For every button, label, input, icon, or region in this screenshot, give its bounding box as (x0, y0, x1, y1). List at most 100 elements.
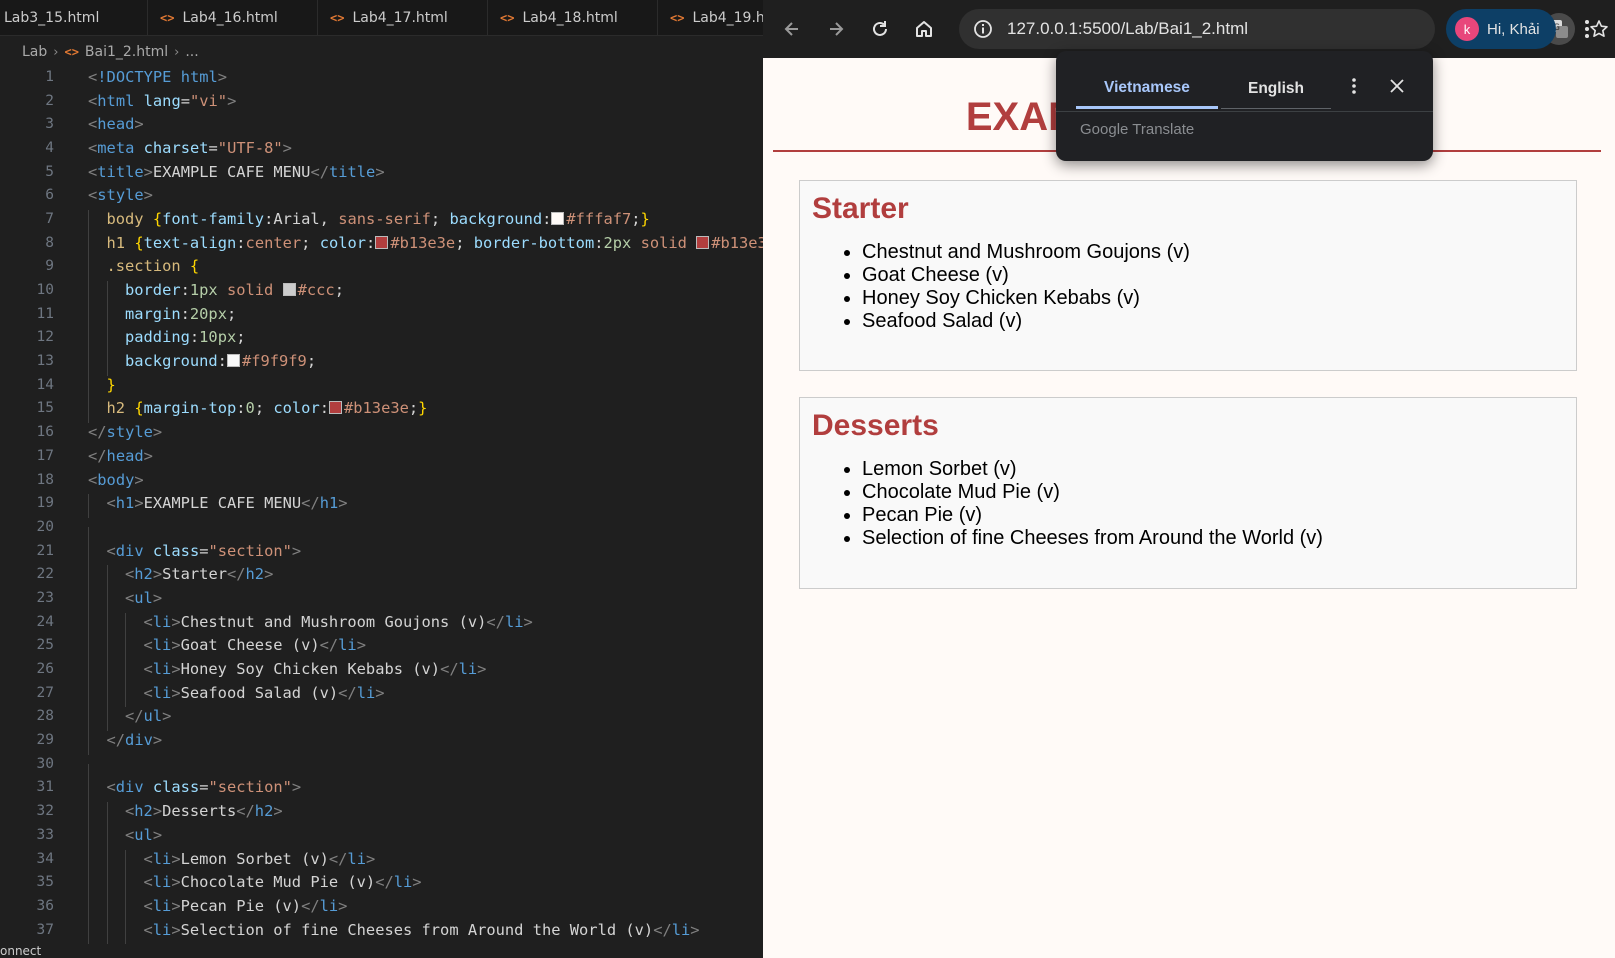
code-token: > (152, 588, 163, 607)
code-token: div (115, 541, 144, 560)
code-token: < (143, 896, 153, 915)
code-token: </ (106, 731, 126, 750)
breadcrumb-symbol[interactable]: ... (185, 44, 198, 60)
code-line-content: <h1>EXAMPLE CAFE MENU</h1> (54, 494, 348, 518)
code-token: > (134, 470, 144, 489)
editor-tab[interactable]: <> Lab4_19.h (658, 0, 763, 35)
code-token: < (88, 115, 98, 134)
code-token: </ (301, 494, 320, 513)
translate-options-button[interactable] (1342, 71, 1366, 101)
code-token: Seafood Salad (v) (180, 683, 339, 702)
code-token: title (97, 162, 144, 181)
color-swatch[interactable] (696, 235, 710, 249)
editor-tab-bar: Lab3_15.html <> Lab4_16.html <> Lab4_17.html… (0, 0, 763, 36)
translate-tab-source-language[interactable]: Vietnamese (1076, 69, 1218, 109)
line-number: 2 (45, 92, 54, 109)
code-token: EXAMPLE CAFE MENU (143, 494, 302, 513)
code-token: ul (143, 707, 163, 726)
code-token: border (125, 281, 181, 300)
code-token: li (504, 612, 524, 631)
editor-tab-label: Lab4_16.html (182, 10, 278, 26)
code-token: > (217, 67, 228, 86)
code-token: ul (134, 825, 153, 844)
code-line: 3 <head> (0, 112, 763, 136)
code-token: h2 (106, 399, 135, 418)
url-text[interactable]: 127.0.0.1:5500/Lab/Bai1_2.html (1007, 19, 1248, 39)
code-line: 27 <li>Seafood Salad (v)</li> (0, 681, 763, 708)
code-line: 37 <li>Selection of fine Cheeses from Aro… (0, 918, 763, 945)
code-token: } (418, 399, 428, 418)
breadcrumb-folder[interactable]: Lab (22, 44, 47, 60)
code-token: #f9f9f9 (241, 352, 307, 371)
line-number: 22 (36, 566, 54, 583)
editor-tab[interactable]: <> Lab4_17.html (318, 0, 488, 35)
code-token: li (152, 873, 172, 892)
code-line: 22 <h2>Starter</h2> (0, 562, 763, 589)
code-token: li (671, 920, 691, 939)
translate-close-button[interactable] (1383, 71, 1411, 101)
translate-tab-target-language[interactable]: English (1221, 69, 1331, 109)
code-token: head (106, 446, 144, 465)
code-token: < (106, 778, 116, 797)
code-token: > (143, 162, 153, 181)
browser-menu-button[interactable] (1573, 14, 1601, 44)
divider (1056, 111, 1433, 112)
line-number: 6 (45, 187, 54, 204)
line-number: 34 (36, 850, 54, 867)
color-swatch[interactable] (226, 354, 240, 368)
code-line: 10 border:1px solid #ccc; (0, 278, 763, 305)
avatar: k (1455, 17, 1479, 41)
line-number: 8 (45, 234, 54, 251)
color-swatch[interactable] (329, 401, 342, 415)
line-number: 13 (36, 353, 54, 370)
line-number: 15 (36, 400, 54, 417)
code-line: 21 <div class="section"> (0, 539, 763, 566)
code-token: style (106, 423, 153, 442)
profile-button[interactable]: k Hi, Khải (1446, 9, 1556, 49)
info-icon[interactable] (973, 19, 993, 39)
editor-tab[interactable]: Lab3_15.html (0, 0, 148, 35)
home-button[interactable] (909, 14, 939, 44)
line-number: 31 (36, 779, 54, 796)
code-line-content: <li>Goat Cheese (v)</li> (54, 636, 366, 661)
editor-tab[interactable]: <> Lab4_18.html (488, 0, 658, 35)
code-token: border-bottom (473, 233, 595, 252)
code-line-content: <li>Pecan Pie (v)</li> (54, 896, 347, 921)
code-token: center (245, 233, 302, 252)
kebab-menu-icon (1585, 20, 1589, 38)
forward-button[interactable] (821, 14, 851, 44)
code-line-content: <ul> (54, 825, 162, 850)
reload-button[interactable] (865, 14, 895, 44)
line-number: 5 (45, 163, 54, 180)
code-token: > (152, 565, 163, 584)
breadcrumb-file[interactable]: Bai1_2.html (85, 44, 168, 60)
code-token: > (162, 707, 172, 726)
code-line-content: <!DOCTYPE html> (54, 68, 227, 86)
editor-tab[interactable]: <> Lab4_16.html (148, 0, 318, 35)
code-token: > (365, 849, 376, 868)
line-number: 12 (36, 329, 54, 346)
code-line: 33 <ul> (0, 823, 763, 850)
code-token: > (171, 920, 181, 939)
color-swatch[interactable] (282, 283, 296, 297)
address-bar[interactable]: 127.0.0.1:5500/Lab/Bai1_2.html G (959, 9, 1608, 49)
menu-list: Chestnut and Mushroom Goujons (v) Goat C… (812, 241, 1564, 333)
code-token: 10px (199, 328, 237, 347)
code-token: ; (631, 209, 641, 228)
code-line-content: <body> (54, 471, 144, 489)
code-area[interactable]: 1 <!DOCTYPE html> 2 <html lang="vi"> 3 <head>… (0, 65, 763, 945)
code-line-content: <li>Seafood Salad (v)</li> (54, 683, 385, 708)
code-token: Goat Cheese (v) (180, 636, 320, 655)
list-item: Selection of fine Cheeses from Around th… (862, 527, 1564, 550)
color-swatch[interactable] (375, 235, 389, 249)
code-token: lang (143, 91, 181, 110)
code-token: > (171, 896, 181, 915)
code-token: li (338, 636, 357, 655)
color-swatch[interactable] (551, 211, 565, 225)
code-token: > (152, 802, 163, 821)
back-button[interactable] (777, 14, 807, 44)
code-token: < (125, 825, 135, 844)
code-token: < (88, 91, 98, 110)
